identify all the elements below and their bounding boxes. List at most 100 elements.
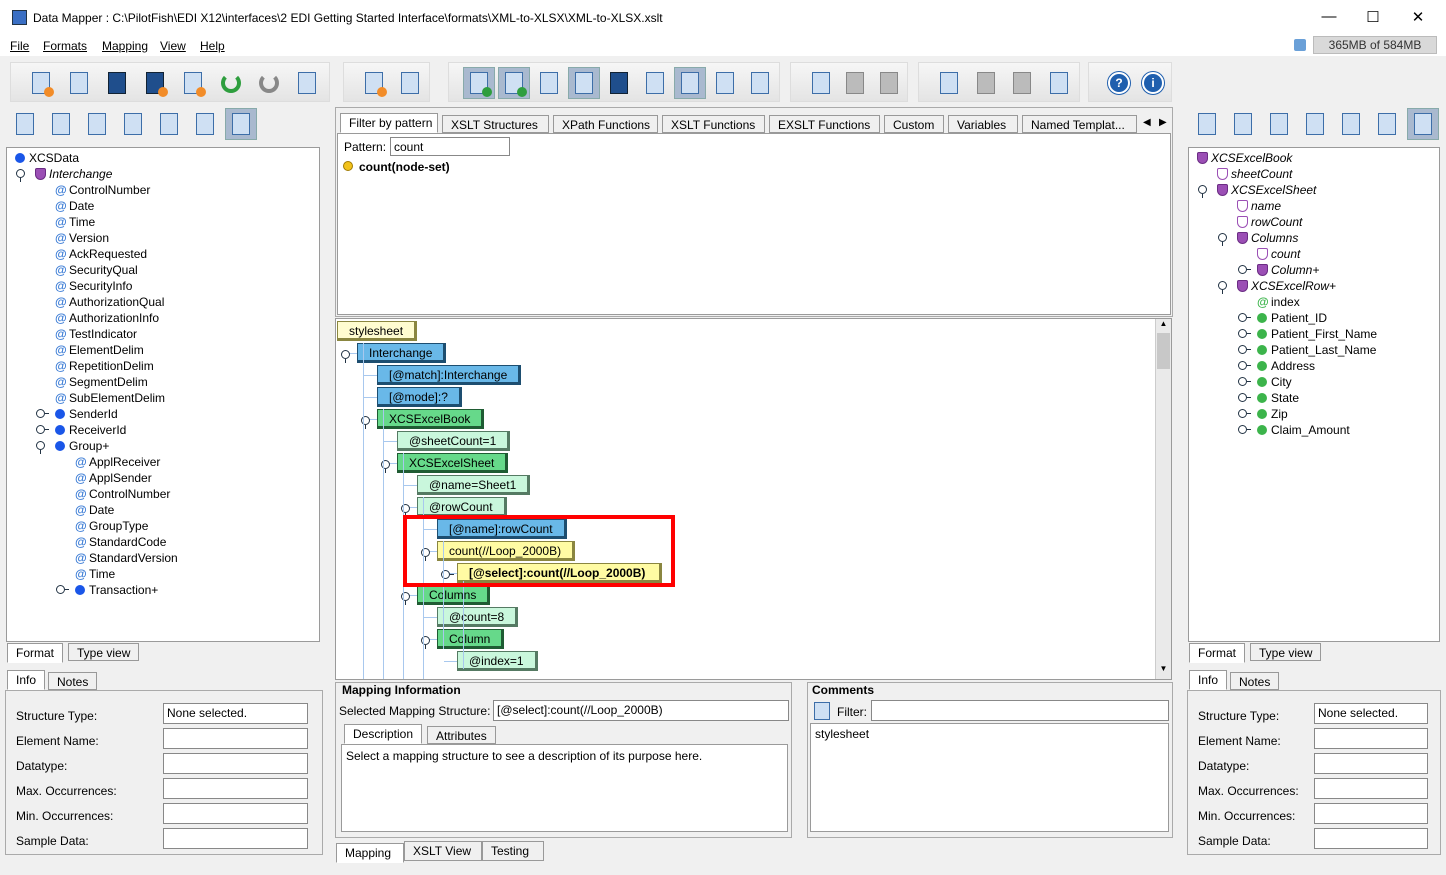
toolbar-new-format-button[interactable]: [25, 67, 57, 99]
import-button[interactable]: [1191, 108, 1223, 140]
comments-filter-input[interactable]: [871, 700, 1169, 721]
tree-item[interactable]: @ StandardVersion: [7, 550, 319, 566]
scrollbar-thumb[interactable]: [1157, 333, 1170, 369]
tree-item[interactable]: @ AuthorizationQual: [7, 294, 319, 310]
tree-item[interactable]: State: [1189, 390, 1439, 406]
tree-item[interactable]: Interchange: [7, 166, 319, 182]
collapse-icon[interactable]: [1218, 281, 1227, 294]
xslt-node[interactable]: @index=1: [457, 651, 538, 671]
tree-item[interactable]: @ Version: [7, 230, 319, 246]
tree-item[interactable]: @ ElementDelim: [7, 342, 319, 358]
toolbar-save-timer-button[interactable]: [603, 67, 635, 99]
tree-item[interactable]: Address: [1189, 358, 1439, 374]
xslt-node[interactable]: Columns: [417, 585, 491, 605]
tab-notes[interactable]: Notes: [48, 672, 98, 690]
scroll-up-icon[interactable]: ▲: [1156, 319, 1171, 333]
vertical-scrollbar[interactable]: ▲ ▼: [1155, 319, 1171, 679]
tree-item[interactable]: @ Time: [7, 214, 319, 230]
minimize-button[interactable]: —: [1314, 8, 1344, 28]
toolbar-new-xls-button[interactable]: [177, 67, 209, 99]
tab-info[interactable]: Info: [7, 670, 46, 690]
expand-icon[interactable]: [1238, 409, 1251, 418]
expand-icon[interactable]: [36, 409, 49, 418]
toolbar-move-up-button[interactable]: [933, 67, 965, 99]
menu-mapping[interactable]: Mapping: [102, 39, 148, 53]
tab-type-view[interactable]: Type view: [1250, 643, 1322, 661]
tree-item[interactable]: Column+: [1189, 262, 1439, 278]
tab-info[interactable]: Info: [1189, 670, 1228, 690]
close-button[interactable]: ✕: [1403, 8, 1433, 28]
garbage-collect-icon[interactable]: [1294, 39, 1306, 51]
edit-button[interactable]: [1371, 108, 1403, 140]
toolbar-paste-button[interactable]: [873, 67, 905, 99]
tree-item[interactable]: name: [1189, 198, 1439, 214]
tree-item[interactable]: Group+: [7, 438, 319, 454]
toolbar-database-button[interactable]: [744, 67, 776, 99]
tab-description[interactable]: Description: [344, 724, 423, 744]
tab-named-templat-[interactable]: Named Templat...: [1022, 115, 1137, 133]
tree-item[interactable]: @ Date: [7, 502, 319, 518]
tree-item[interactable]: rowCount: [1189, 214, 1439, 230]
find-button[interactable]: [45, 108, 77, 140]
xslt-node[interactable]: [@mode]:?: [377, 387, 462, 407]
toolbar-color-view-button[interactable]: [498, 67, 531, 99]
tab-filter-by-pattern[interactable]: Filter by pattern: [340, 113, 438, 133]
tree-item[interactable]: sheetCount: [1189, 166, 1439, 182]
tab-xslt-view[interactable]: XSLT View: [404, 841, 482, 861]
tree-item[interactable]: City: [1189, 374, 1439, 390]
toolbar-copy-button[interactable]: [839, 67, 871, 99]
tab-format[interactable]: Format: [7, 643, 64, 663]
tree-item[interactable]: @ RepetitionDelim: [7, 358, 319, 374]
collapse-icon[interactable]: [16, 169, 25, 182]
tree-item[interactable]: @ ApplReceiver: [7, 454, 319, 470]
expand-icon[interactable]: [56, 585, 69, 594]
tab-notes[interactable]: Notes: [1230, 672, 1280, 690]
toolbar-save-button[interactable]: [101, 67, 133, 99]
tab-attributes[interactable]: Attributes: [427, 726, 496, 744]
expand-icon[interactable]: [1238, 265, 1251, 274]
toolbar-help-button[interactable]: ?: [1103, 67, 1135, 99]
inspect-button[interactable]: [153, 108, 185, 140]
tree-item[interactable]: @ Date: [7, 198, 319, 214]
tab-xslt-functions[interactable]: XSLT Functions: [662, 115, 765, 133]
notes-button[interactable]: [81, 108, 113, 140]
tree-item[interactable]: Columns: [1189, 230, 1439, 246]
menu-formats[interactable]: Formats: [43, 39, 87, 53]
xslt-node[interactable]: [@match]:Interchange: [377, 365, 522, 385]
tree-item[interactable]: @ TestIndicator: [7, 326, 319, 342]
expand-icon[interactable]: [1238, 313, 1251, 322]
comment-item[interactable]: stylesheet: [815, 727, 1164, 741]
toolbar-checklist-button[interactable]: [533, 67, 565, 99]
toolbar-exit-button[interactable]: [291, 67, 323, 99]
find-button[interactable]: [1227, 108, 1259, 140]
expand-icon[interactable]: [1238, 425, 1251, 434]
tree-item[interactable]: @ SecurityQual: [7, 262, 319, 278]
comment-add-icon[interactable]: [814, 702, 830, 720]
tree-item[interactable]: @ ControlNumber: [7, 182, 319, 198]
toolbar-align-button[interactable]: [970, 67, 1002, 99]
scroll-down-icon[interactable]: ▼: [1156, 664, 1171, 678]
tree-item[interactable]: XCSExcelSheet: [1189, 182, 1439, 198]
toolbar-redo-button[interactable]: [253, 67, 285, 99]
tree-item[interactable]: @ ControlNumber: [7, 486, 319, 502]
maximize-button[interactable]: ☐: [1358, 8, 1388, 28]
tree-item[interactable]: @ index: [1189, 294, 1439, 310]
tree-item[interactable]: Patient_ID: [1189, 310, 1439, 326]
expand-icon[interactable]: [36, 425, 49, 434]
xslt-node[interactable]: stylesheet: [337, 321, 418, 341]
notes-button[interactable]: [1263, 108, 1295, 140]
tree-item[interactable]: @ Time: [7, 566, 319, 582]
tree-item[interactable]: SenderId: [7, 406, 319, 422]
tree-item[interactable]: Zip: [1189, 406, 1439, 422]
tree-item[interactable]: @ SubElementDelim: [7, 390, 319, 406]
select-button[interactable]: [225, 108, 257, 140]
toolbar-info-view-button[interactable]: [463, 67, 495, 99]
tree-item[interactable]: XCSData: [7, 150, 319, 166]
xslt-node[interactable]: @name=Sheet1: [417, 475, 531, 495]
xslt-node[interactable]: Interchange: [357, 343, 447, 363]
expand-icon[interactable]: [1238, 329, 1251, 338]
tree-item[interactable]: Claim_Amount: [1189, 422, 1439, 438]
edit-button[interactable]: [189, 108, 221, 140]
tree-item[interactable]: @ SecurityInfo: [7, 278, 319, 294]
expand-icon[interactable]: [1238, 345, 1251, 354]
